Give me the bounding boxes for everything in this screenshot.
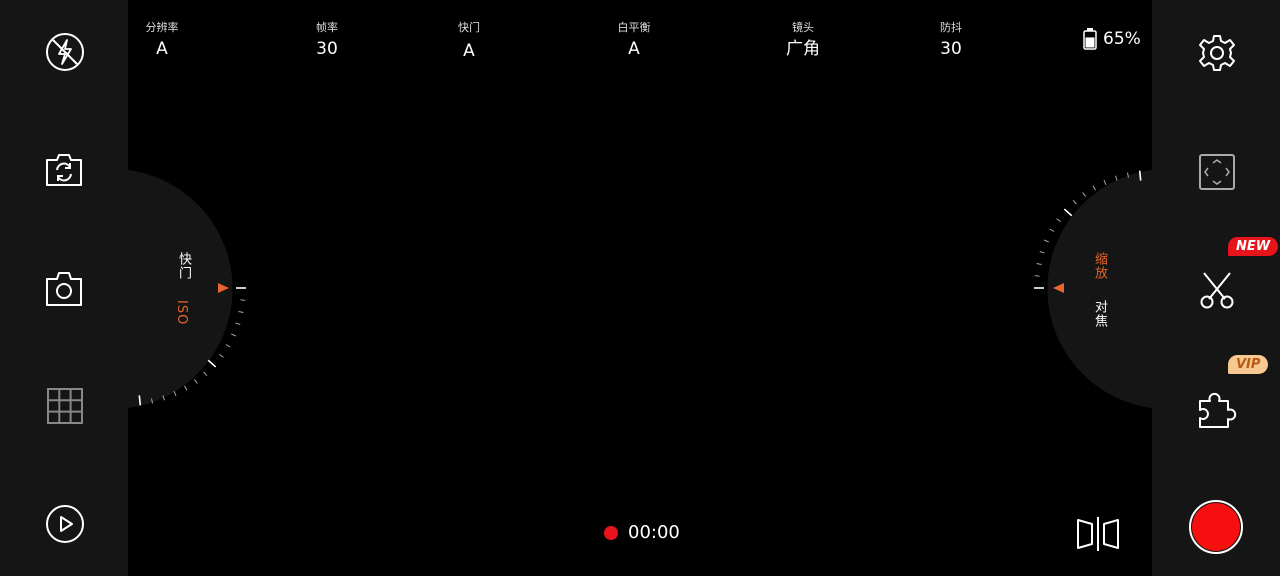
- new-badge: NEW: [1228, 237, 1279, 256]
- dial-tick: [1034, 275, 1040, 277]
- dial-label-zoom[interactable]: 缩放: [1090, 252, 1109, 280]
- right-sidebar: [1152, 0, 1280, 576]
- dial-tick: [1036, 262, 1042, 265]
- param-value: A: [628, 39, 640, 59]
- dial-tick: [1049, 228, 1055, 232]
- dial-tick: [219, 354, 224, 358]
- dial-tick: [1043, 239, 1049, 243]
- dial-tick: [1092, 185, 1096, 191]
- param-value: A: [463, 41, 475, 61]
- dial-tick: [238, 311, 244, 314]
- param-label: 帧率: [316, 21, 338, 34]
- dial-tick: [1138, 170, 1142, 181]
- dial-label-iso[interactable]: ISO: [174, 300, 189, 325]
- dial-tick: [184, 385, 188, 391]
- settings-icon[interactable]: [1197, 33, 1237, 73]
- scissors-icon[interactable]: [1198, 270, 1236, 310]
- param-label: 镜头: [792, 21, 814, 34]
- record-button-inner: [1192, 503, 1240, 551]
- param-value: 30: [316, 39, 338, 59]
- dial-tick: [173, 391, 177, 397]
- recording-dot: [604, 525, 618, 540]
- dial-tick: [1082, 192, 1086, 197]
- dial-label-shutter[interactable]: 快门: [174, 252, 193, 280]
- dial-tick: [240, 299, 246, 301]
- recording-time: 00:00: [628, 522, 680, 543]
- dial-tick: [1056, 218, 1061, 222]
- param-label: 快门: [458, 21, 480, 34]
- dial-tick: [138, 395, 142, 406]
- dial-tick: [1063, 208, 1073, 217]
- param-value: 广角: [786, 39, 820, 59]
- dial-tick: [235, 322, 241, 325]
- dial-tick: [194, 379, 198, 384]
- vip-badge: VIP: [1228, 355, 1269, 374]
- param-label: 白平衡: [617, 21, 651, 34]
- dial-tick: [1103, 179, 1107, 185]
- param-shutter[interactable]: 快门 A: [429, 20, 509, 61]
- dial-tick: [225, 344, 231, 348]
- record-button[interactable]: [1189, 500, 1243, 554]
- puzzle-icon[interactable]: [1197, 388, 1237, 430]
- frame-icon[interactable]: [1198, 153, 1236, 191]
- dial-tick: [207, 359, 217, 368]
- dial-tick: [1072, 199, 1077, 205]
- param-framerate[interactable]: 帧率 30: [287, 20, 367, 59]
- dial-tick: [231, 333, 237, 337]
- param-value: 30: [940, 39, 962, 59]
- zoom-focus-dial[interactable]: 缩放 对焦: [1020, 0, 1152, 576]
- dial-tick: [1115, 175, 1118, 181]
- dial-tick: [203, 371, 208, 377]
- shutter-iso-dial[interactable]: 快门 ISO: [0, 0, 260, 576]
- recording-timer: 00:00: [604, 522, 680, 543]
- dial-tick: [1039, 251, 1045, 254]
- param-label: 防抖: [940, 21, 962, 34]
- dial-label-focus[interactable]: 对焦: [1090, 300, 1109, 328]
- param-stabilization[interactable]: 防抖 30: [911, 20, 991, 59]
- param-lens[interactable]: 镜头 广角: [763, 20, 843, 59]
- compare-icon[interactable]: [1075, 516, 1121, 552]
- param-white-balance[interactable]: 白平衡 A: [594, 20, 674, 59]
